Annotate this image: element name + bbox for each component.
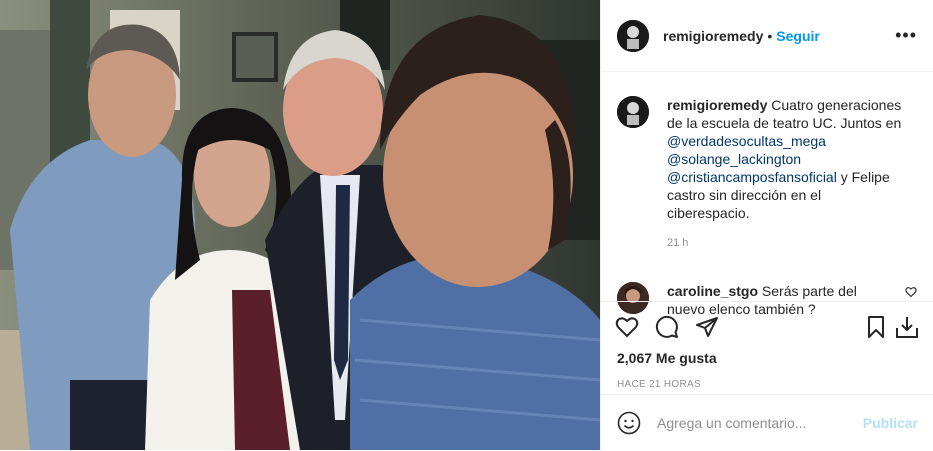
emoji-icon[interactable] [617,411,641,435]
caption: remigioremedy Cuatro generaciones de la … [601,72,933,252]
post-header: remigioremedy • Seguir ••• [601,0,933,72]
author-username[interactable]: remigioremedy [663,28,763,44]
bookmark-icon[interactable] [864,315,888,339]
mention-cristiancampos[interactable]: @cristiancamposfansoficial [667,169,837,185]
download-icon[interactable] [894,314,920,340]
separator-dot: • [767,27,773,44]
follow-button[interactable]: Seguir [776,28,820,44]
mention-verdadesocultas[interactable]: @verdadesocultas_mega [667,133,826,149]
caption-age[interactable]: 21 h [667,234,907,252]
heart-icon[interactable] [615,315,639,339]
caption-text: remigioremedy Cuatro generaciones de la … [667,96,907,252]
avatar-image [617,96,649,128]
comment-composer: Publicar [601,394,933,450]
author-avatar[interactable] [617,19,649,52]
more-options-icon[interactable]: ••• [895,25,917,46]
action-icons [601,302,933,352]
share-icon[interactable] [695,315,719,339]
commenter-username[interactable]: caroline_stgo [667,283,758,299]
post-photo-illustration [0,0,600,450]
caption-username[interactable]: remigioremedy [667,97,767,113]
post-photo[interactable] [0,0,600,450]
likes-count[interactable]: 2,067 Me gusta [601,350,933,366]
caption-avatar[interactable] [617,96,649,128]
small-heart-icon[interactable] [905,286,917,298]
post-timestamp[interactable]: HACE 21 HORAS [601,379,933,390]
comment-input[interactable] [655,413,859,432]
comment-icon[interactable] [655,315,679,339]
avatar-image [617,19,649,52]
post-side-panel: remigioremedy • Seguir ••• remigioremedy… [600,0,933,450]
instagram-post: remigioremedy • Seguir ••• remigioremedy… [0,0,933,450]
post-comment-button[interactable]: Publicar [863,415,918,431]
mention-solange[interactable]: @solange_lackington [667,151,801,167]
